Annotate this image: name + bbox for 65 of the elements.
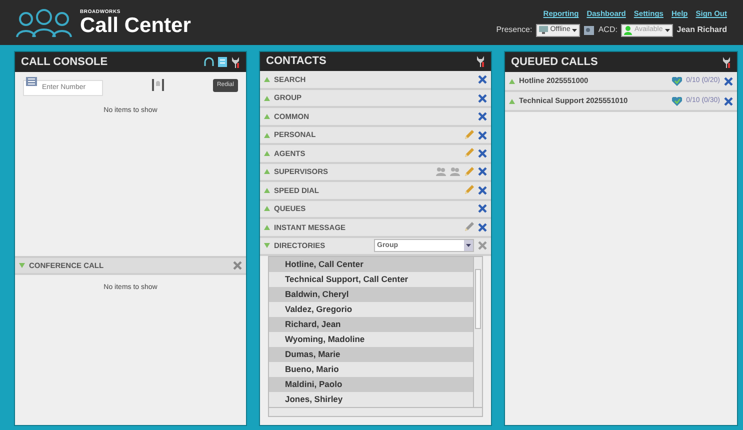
dialpad-icon bbox=[26, 77, 37, 86]
pencil-icon[interactable] bbox=[464, 222, 474, 232]
person-icon bbox=[624, 26, 632, 35]
caret-icon bbox=[664, 28, 670, 32]
close-icon[interactable] bbox=[478, 204, 487, 214]
tools-icon[interactable] bbox=[476, 56, 485, 68]
collapsed-arrow-icon[interactable] bbox=[264, 150, 270, 156]
directory-entry[interactable]: Maldini, Paolo bbox=[269, 377, 473, 392]
close-icon[interactable] bbox=[478, 75, 487, 84]
directory-entry[interactable]: Baldwin, Cheryl bbox=[269, 287, 473, 302]
heart-check-icon[interactable] bbox=[672, 96, 682, 106]
directory-entry[interactable]: Bueno, Mario bbox=[269, 362, 473, 378]
collapsed-arrow-icon[interactable] bbox=[264, 77, 270, 82]
close-icon[interactable] bbox=[478, 186, 487, 195]
collapsed-arrow-icon[interactable] bbox=[264, 206, 270, 212]
close-icon[interactable] bbox=[478, 148, 487, 158]
close-icon[interactable] bbox=[478, 167, 487, 176]
directory-entry[interactable]: Richard, Jean bbox=[269, 317, 473, 332]
directory-entry[interactable]: Hotline, Call Center bbox=[269, 257, 473, 272]
acd-label: ACD: bbox=[598, 24, 618, 36]
directory-entry[interactable]: Technical Support, Call Center bbox=[269, 272, 473, 288]
presence-label: Presence: bbox=[496, 24, 532, 36]
collapsed-arrow-icon[interactable] bbox=[264, 188, 270, 193]
panel-title: CALL CONSOLE bbox=[21, 54, 108, 70]
expanded-arrow-icon[interactable] bbox=[264, 243, 270, 248]
pencil-icon[interactable] bbox=[464, 166, 474, 177]
caret-icon bbox=[572, 28, 578, 32]
collapsed-arrow-icon[interactable] bbox=[264, 169, 270, 174]
pencil-icon[interactable] bbox=[464, 130, 474, 140]
tools-icon[interactable] bbox=[722, 56, 731, 68]
directory-entry[interactable]: Valdez, Gregorio bbox=[269, 302, 473, 318]
close-icon[interactable] bbox=[724, 76, 733, 86]
brand-title: Call Center bbox=[80, 14, 191, 36]
collapsed-arrow-icon[interactable] bbox=[509, 78, 515, 84]
people-icon[interactable] bbox=[436, 167, 446, 176]
close-icon[interactable] bbox=[478, 222, 487, 232]
collapsed-arrow-icon[interactable] bbox=[264, 132, 270, 138]
tools-icon[interactable] bbox=[231, 56, 240, 68]
close-icon[interactable] bbox=[478, 130, 487, 140]
close-icon[interactable] bbox=[724, 96, 733, 106]
collapsed-arrow-icon[interactable] bbox=[264, 96, 270, 101]
directory-entry[interactable]: Dumas, Marie bbox=[269, 347, 473, 362]
panel-title: CONTACTS bbox=[266, 54, 326, 70]
panel-title: QUEUED CALLS bbox=[511, 54, 598, 70]
heart-check-icon[interactable] bbox=[672, 76, 682, 86]
collapsed-arrow-icon[interactable] bbox=[509, 98, 515, 104]
close-icon[interactable] bbox=[478, 94, 487, 103]
collapsed-arrow-icon[interactable] bbox=[264, 114, 270, 120]
pencil-icon[interactable] bbox=[464, 148, 474, 158]
people-logo-icon bbox=[16, 8, 72, 38]
monitor-icon bbox=[539, 26, 548, 34]
people-icon[interactable] bbox=[450, 167, 460, 176]
close-icon[interactable] bbox=[233, 261, 242, 270]
user-name: Jean Richard bbox=[676, 24, 727, 36]
agent-card-icon bbox=[584, 26, 594, 35]
vertical-scrollbar[interactable] bbox=[473, 257, 482, 408]
close-icon[interactable] bbox=[478, 241, 487, 250]
collapsed-arrow-icon[interactable] bbox=[264, 224, 270, 230]
close-icon[interactable] bbox=[478, 112, 487, 122]
headset-icon[interactable] bbox=[204, 57, 214, 67]
caret-icon bbox=[464, 240, 473, 252]
directory-entry[interactable]: Jones, Shirley bbox=[269, 392, 473, 408]
pencil-icon[interactable] bbox=[464, 185, 474, 196]
directory-entry[interactable]: Wyoming, Madoline bbox=[269, 332, 473, 348]
expanded-arrow-icon[interactable] bbox=[19, 263, 25, 268]
